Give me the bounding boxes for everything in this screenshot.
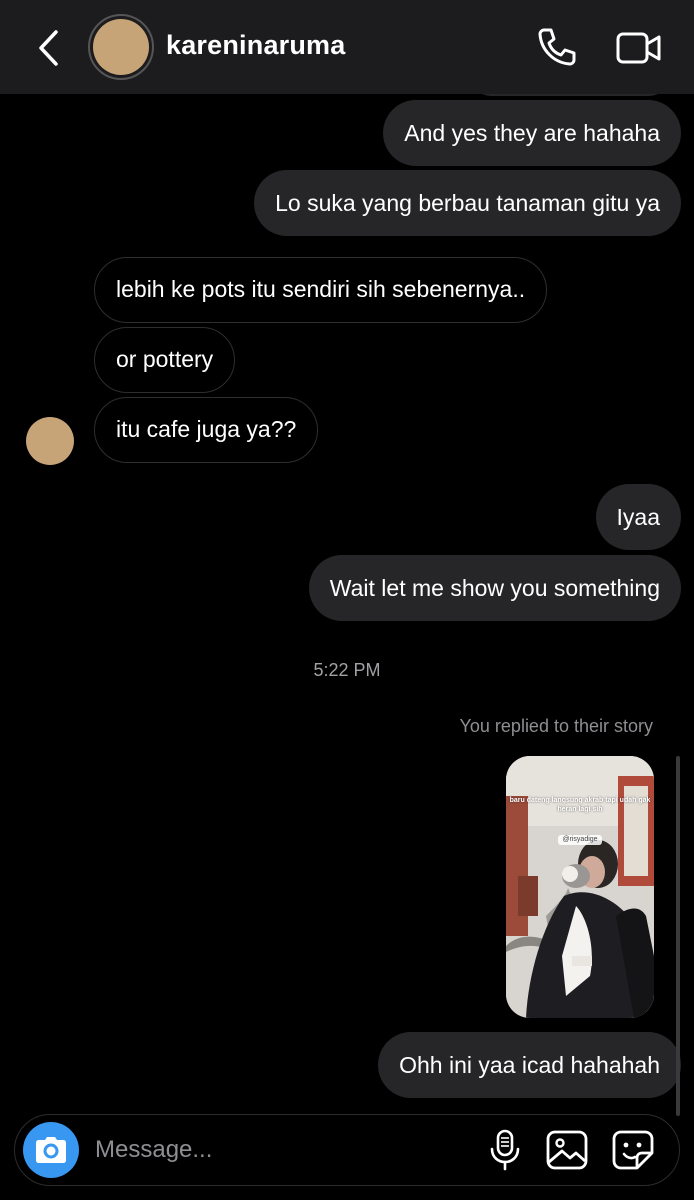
- message-bubble-incoming[interactable]: itu cafe juga ya??: [94, 397, 319, 463]
- message-input[interactable]: [95, 1129, 475, 1171]
- camera-button[interactable]: [23, 1122, 79, 1178]
- message-bubble-incoming[interactable]: or pottery: [94, 327, 236, 393]
- message-bubble-outgoing[interactable]: Iyaa: [595, 484, 681, 550]
- message-bubble-outgoing[interactable]: Wait let me show you something: [308, 555, 681, 621]
- scrollbar[interactable]: [676, 756, 680, 1116]
- contact-avatar[interactable]: [88, 14, 154, 80]
- chat-header: kareninaruma: [0, 0, 694, 94]
- phone-icon: [538, 28, 576, 66]
- mention-tag: @risyadige: [558, 835, 602, 845]
- message-bubble-outgoing[interactable]: And yes they are hahaha: [383, 100, 681, 166]
- audio-call-button[interactable]: [534, 24, 580, 70]
- story-mention: @risyadige: [506, 828, 654, 846]
- message-bubble-outgoing[interactable]: Ohh ini yaa icad hahahah: [378, 1032, 681, 1098]
- chevron-left-icon: [39, 30, 58, 66]
- avatar-image: [93, 19, 149, 75]
- message-thread[interactable]: And yes they are hahaha Lo suka yang ber…: [0, 54, 694, 1116]
- dm-screen: kareninaruma And yes they are hahaha Lo …: [0, 0, 694, 1200]
- sticker-icon: [612, 1130, 654, 1170]
- story-overlay-text: baru dateng langsung akrab tapi udah gak…: [509, 797, 651, 813]
- message-bubble-incoming[interactable]: lebih ke pots itu sendiri sih sebenernya…: [94, 257, 548, 323]
- sticker-button[interactable]: [611, 1129, 655, 1171]
- story-thumbnail[interactable]: baru dateng langsung akrab tapi udah gak…: [506, 756, 654, 1018]
- back-button[interactable]: [30, 26, 66, 70]
- gallery-button[interactable]: [545, 1129, 589, 1171]
- sender-avatar[interactable]: [26, 417, 74, 465]
- video-call-button[interactable]: [614, 26, 664, 70]
- microphone-icon: [490, 1129, 520, 1171]
- message-composer: [14, 1114, 680, 1186]
- contact-username[interactable]: kareninaruma: [166, 30, 345, 61]
- video-camera-icon: [616, 32, 661, 64]
- voice-message-button[interactable]: [485, 1129, 525, 1171]
- message-timestamp: 5:22 PM: [313, 660, 381, 680]
- message-bubble-outgoing[interactable]: Lo suka yang berbau tanaman gitu ya: [254, 170, 681, 236]
- camera-icon: [36, 1137, 66, 1163]
- image-icon: [546, 1130, 588, 1170]
- story-reply-caption: You replied to their story: [459, 716, 653, 736]
